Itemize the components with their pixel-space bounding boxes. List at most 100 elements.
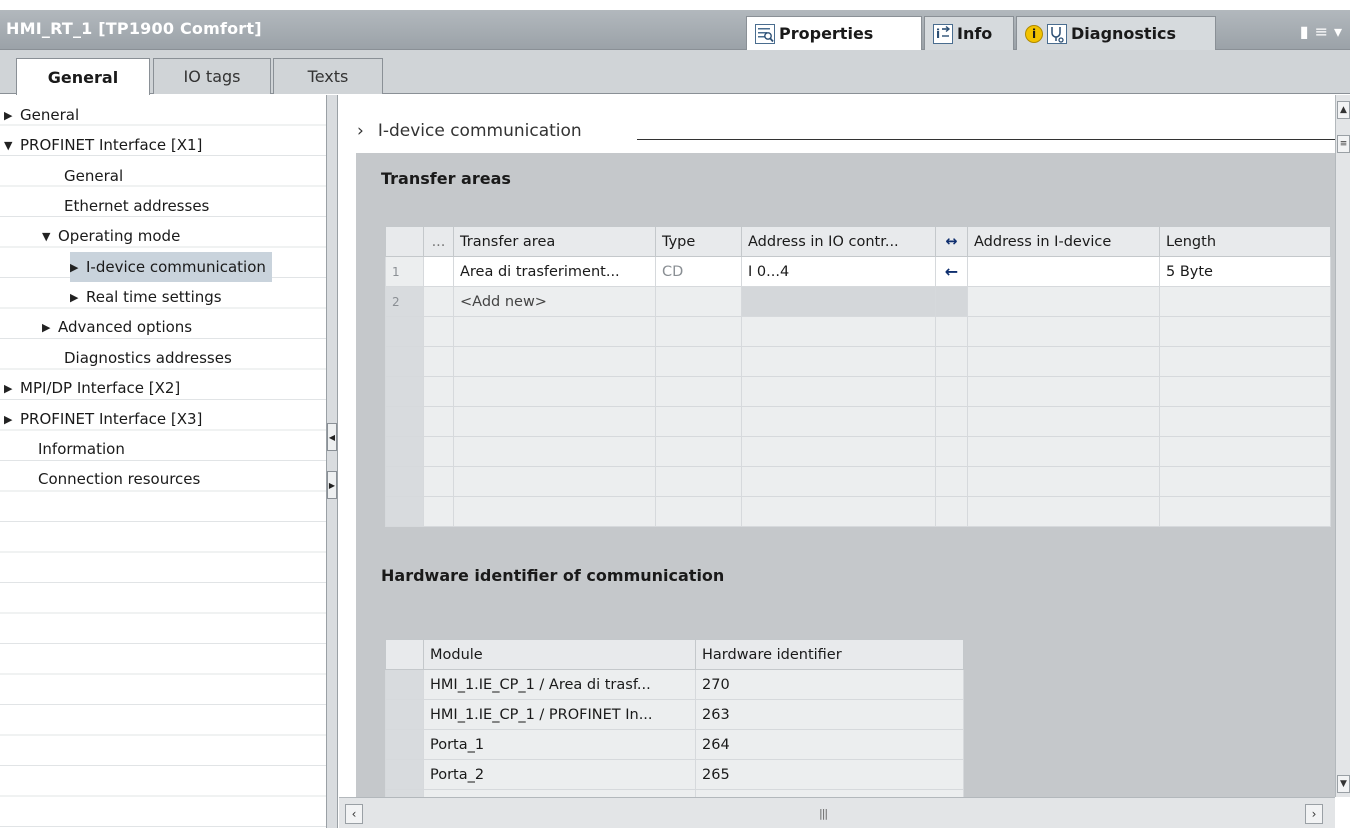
expand-right-icon[interactable]: ▶ — [4, 109, 20, 122]
scroll-right-icon[interactable]: › — [1305, 804, 1323, 824]
col-header-length[interactable]: Length — [1159, 226, 1331, 257]
add-new-row[interactable]: <Add new> — [453, 286, 656, 317]
row-handle — [385, 669, 424, 700]
collapse-left-icon[interactable]: ◀ — [327, 423, 337, 451]
transfer-area-type[interactable] — [655, 286, 742, 317]
tree-item-diagnostics-addresses[interactable]: Diagnostics addresses — [64, 343, 232, 373]
scroll-left-icon[interactable]: ‹ — [345, 804, 363, 824]
tree-item-label: Real time settings — [86, 288, 222, 306]
panel-splitter[interactable]: ◀ ▶ — [326, 95, 338, 828]
col-header-hardware-id[interactable]: Hardware identifier — [695, 639, 964, 670]
hardware-id: 265 — [695, 759, 964, 790]
tree-item-connection-resources[interactable]: Connection resources — [38, 464, 200, 494]
tree-item-real-time-settings[interactable]: ▶ Real time settings — [70, 282, 222, 312]
tree-item-profinet-x3[interactable]: ▶ PROFINET Interface [X3] — [4, 404, 202, 434]
table-row[interactable]: Porta_2 265 — [385, 759, 964, 790]
empty-row — [385, 316, 1331, 347]
col-header-more[interactable]: ... — [423, 226, 454, 257]
tree-item-general[interactable]: ▶ General — [4, 100, 79, 130]
section-chevron-icon[interactable]: › — [357, 121, 364, 141]
tree-item-label: PROFINET Interface [X1] — [20, 136, 203, 154]
tree-item-label: MPI/DP Interface [X2] — [20, 379, 181, 397]
tree-item-operating-mode[interactable]: ▼ Operating mode — [42, 221, 180, 251]
tab-texts[interactable]: Texts — [273, 58, 383, 94]
idevice-address[interactable] — [967, 286, 1160, 317]
scroll-thumb-grip-icon[interactable]: ≡ — [1337, 135, 1350, 153]
table-row[interactable]: HMI_1.IE_CP_1 / PROFINET In... 263 — [385, 699, 964, 730]
row-handle — [385, 759, 424, 790]
empty-row — [385, 346, 1331, 377]
col-header-io-address[interactable]: Address in IO contr... — [741, 226, 936, 257]
row-handle[interactable] — [423, 286, 454, 317]
row-number: 1 — [385, 256, 424, 287]
module-name: Porta_1 — [423, 729, 696, 760]
table-row[interactable]: 2 <Add new> — [385, 286, 1331, 317]
col-header-direction[interactable]: ↔ — [935, 226, 968, 257]
tree-item-mpi-dp-x2[interactable]: ▶ MPI/DP Interface [X2] — [4, 373, 180, 403]
expand-right-icon[interactable]: ▶ — [70, 261, 86, 274]
expand-right-icon[interactable]: ▶ — [327, 471, 337, 499]
direction-cell[interactable] — [935, 286, 968, 317]
tree-item-ethernet-addresses[interactable]: Ethernet addresses — [64, 191, 209, 221]
section-header[interactable]: › I-device communication — [357, 121, 582, 141]
table-row[interactable]: Porta_1 264 — [385, 729, 964, 760]
col-header-type[interactable]: Type — [655, 226, 742, 257]
tab-diagnostics-label: Diagnostics — [1071, 24, 1177, 43]
expand-right-icon[interactable]: ▶ — [42, 321, 58, 334]
tree-item-profinet-x1[interactable]: ▼ PROFINET Interface [X1] — [4, 130, 202, 160]
tab-info[interactable]: i Info — [924, 16, 1014, 50]
tree-item-x1-general[interactable]: General — [64, 161, 123, 191]
collapse-down-icon[interactable]: ▼ — [42, 230, 58, 243]
module-name: Porta_2 — [423, 759, 696, 790]
tree-item-label: Connection resources — [38, 470, 201, 488]
dropdown-arrow-icon[interactable]: ▾ — [1334, 22, 1342, 41]
scroll-grip-icon[interactable]: ||| — [819, 807, 828, 820]
transfer-length[interactable] — [1159, 286, 1331, 317]
tree-item-label: Information — [38, 440, 125, 458]
menu-lines-icon[interactable]: ≡ — [1315, 22, 1328, 41]
expand-right-icon[interactable]: ▶ — [70, 291, 86, 304]
col-header-idevice-address[interactable]: Address in I-device — [967, 226, 1160, 257]
scroll-down-icon[interactable]: ▼ — [1337, 775, 1350, 793]
transfer-areas-heading: Transfer areas — [381, 169, 511, 188]
table-row[interactable]: HMI_1.IE_CP_1 / Area di trasf... 270 — [385, 669, 964, 700]
col-header-module[interactable]: Module — [423, 639, 696, 670]
tree-item-label: Operating mode — [58, 227, 181, 245]
tree-item-label: PROFINET Interface [X3] — [20, 410, 203, 428]
table-header-row: Module Hardware identifier — [385, 639, 964, 670]
table-row[interactable]: 1 Area di trasferiment... CD I 0...4 ← 5… — [385, 256, 1331, 287]
svg-text:i: i — [936, 27, 940, 41]
window-title-bar: HMI_RT_1 [TP1900 Comfort] Properties i I… — [0, 10, 1350, 50]
tree-item-idevice-communication[interactable]: ▶ I-device communication — [70, 252, 272, 282]
col-header-num — [385, 226, 424, 257]
tab-io-tags[interactable]: IO tags — [153, 58, 271, 94]
tree-item-information[interactable]: Information — [38, 434, 125, 464]
info-badge-icon: i — [1025, 24, 1043, 43]
row-handle[interactable] — [423, 256, 454, 287]
scroll-up-icon[interactable]: ▲ — [1337, 101, 1350, 119]
direction-arrow-icon[interactable]: ← — [935, 256, 968, 287]
transfer-length[interactable]: 5 Byte — [1159, 256, 1331, 287]
idevice-address[interactable] — [967, 256, 1160, 287]
transfer-area-type[interactable]: CD — [655, 256, 742, 287]
tab-properties[interactable]: Properties — [746, 16, 922, 50]
empty-row — [385, 496, 1331, 527]
expand-right-icon[interactable]: ▶ — [4, 413, 20, 426]
tree-item-label: General — [64, 167, 124, 185]
float-window-icon[interactable]: ▮ — [1300, 22, 1309, 41]
collapse-down-icon[interactable]: ▼ — [4, 139, 20, 152]
io-controller-address[interactable]: I 0...4 — [741, 256, 936, 287]
row-handle — [385, 729, 424, 760]
transfer-area-name[interactable]: Area di trasferiment... — [453, 256, 656, 287]
tab-general[interactable]: General — [16, 58, 150, 95]
horizontal-scrollbar[interactable]: ‹ ||| › — [339, 797, 1335, 828]
expand-right-icon[interactable]: ▶ — [4, 382, 20, 395]
vertical-scrollbar[interactable]: ▲ ≡ ▼ — [1335, 95, 1350, 797]
row-handle — [385, 699, 424, 730]
hardware-identifier-heading: Hardware identifier of communication — [381, 566, 725, 585]
tree-item-advanced-options[interactable]: ▶ Advanced options — [42, 312, 192, 342]
io-controller-address[interactable] — [741, 286, 936, 317]
hardware-identifier-table: Module Hardware identifier HMI_1.IE_CP_1… — [385, 639, 964, 797]
tab-diagnostics[interactable]: i Diagnostics — [1016, 16, 1216, 50]
col-header-transfer-area[interactable]: Transfer area — [453, 226, 656, 257]
